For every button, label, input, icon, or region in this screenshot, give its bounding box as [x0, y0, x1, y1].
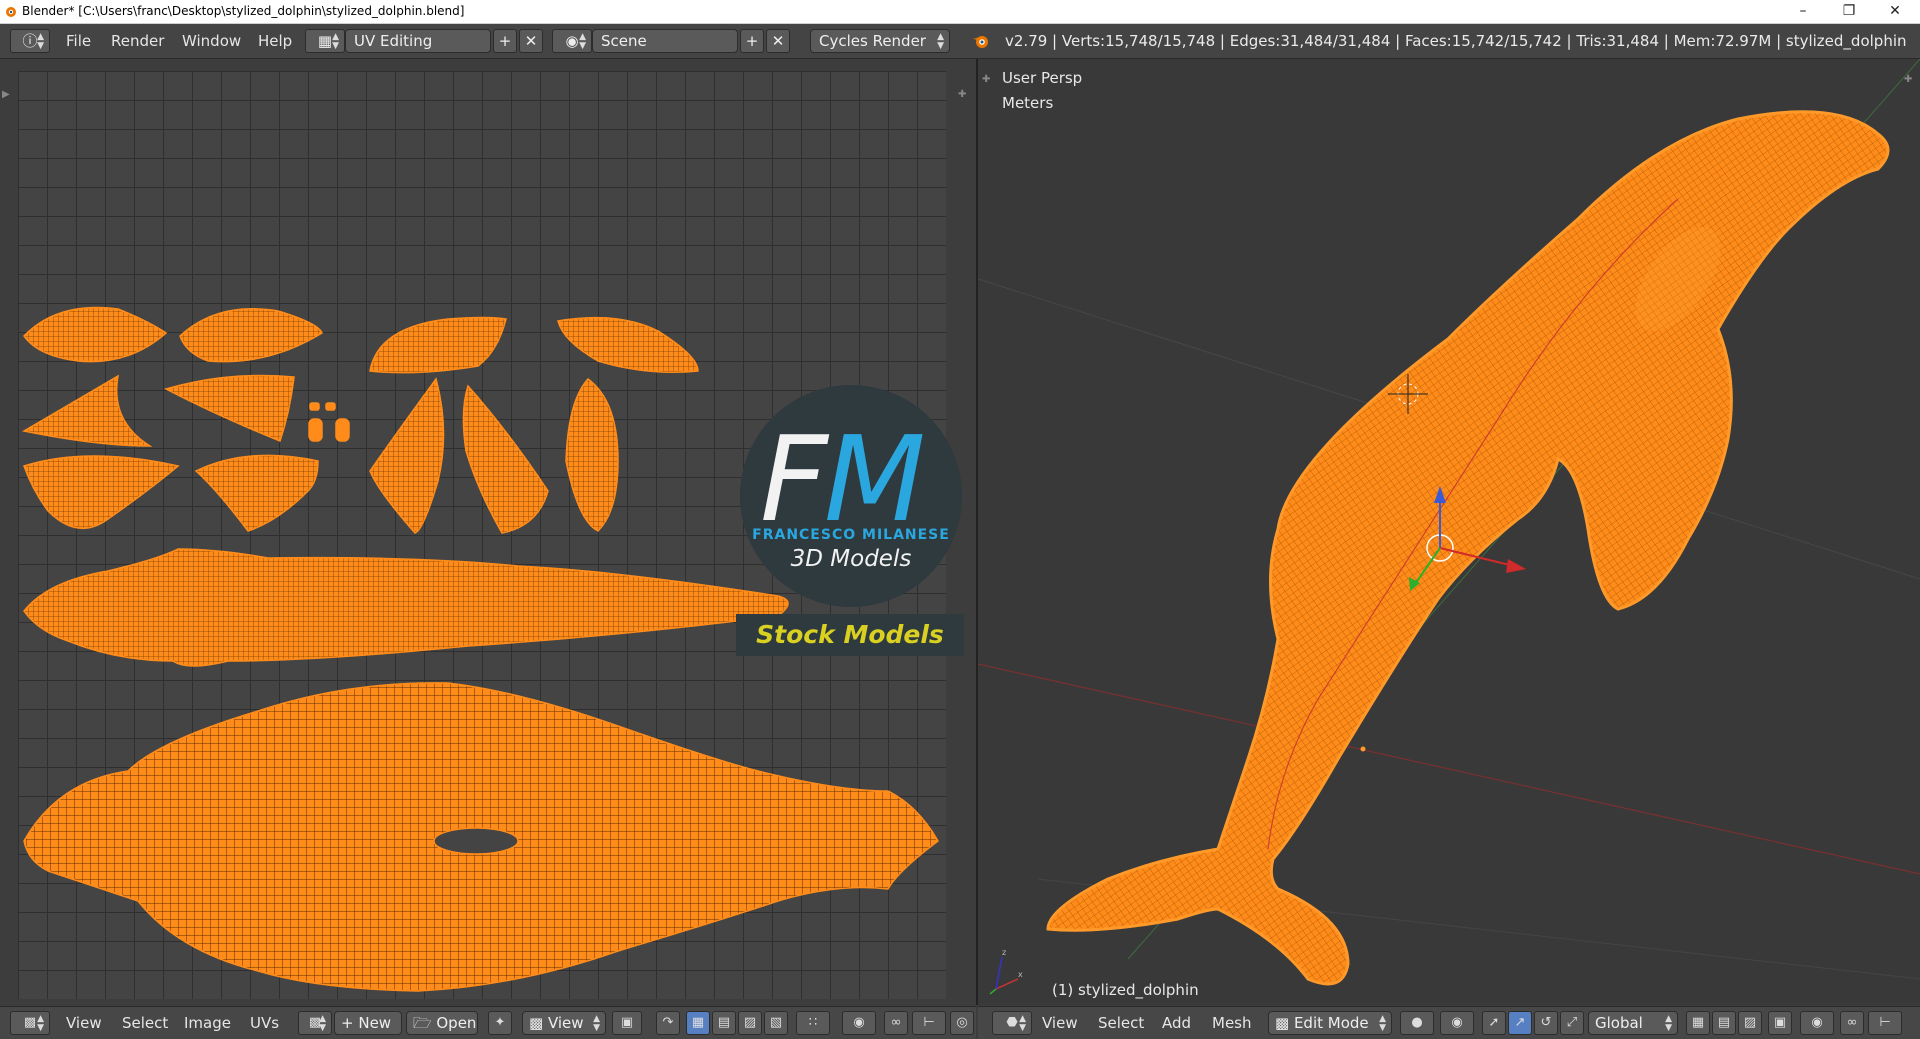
region-expand-icon[interactable]: ▶	[2, 89, 10, 100]
viewport-header: ⬣ ▲ ▼ View Select Add Mesh ▩ Edit Mode ▲ ▼ ●…	[978, 1006, 1920, 1039]
overlay-icon[interactable]: ◎	[950, 1011, 974, 1035]
menu-file[interactable]: File	[66, 24, 91, 58]
mode-dropdown[interactable]: ▩ Edit Mode ▲ ▼	[1268, 1011, 1392, 1035]
island-select-icon[interactable]: ▧	[764, 1011, 788, 1035]
manipulator-toggle-icon[interactable]: ➚	[1482, 1011, 1506, 1035]
editor-type-info-icon[interactable]: ⓘ ▲ ▼	[10, 29, 50, 53]
menu-uvs[interactable]: UVs	[250, 1007, 279, 1039]
uv-image-editor[interactable]: ▶ FM FRANCESCO MILANESE 3D Models Stock …	[0, 59, 976, 1005]
open-image-button[interactable]: 🗁 Open	[406, 1011, 478, 1035]
snap-icon[interactable]: ∞	[1840, 1011, 1864, 1035]
restore-icon[interactable]: ❐	[1826, 0, 1872, 23]
folder-icon: 🗁	[413, 1014, 437, 1032]
region-expand-icon[interactable]: ✚	[958, 89, 966, 100]
dolphin-mesh	[1046, 110, 1890, 986]
menu-add[interactable]: Add	[1162, 1007, 1191, 1039]
new-image-button[interactable]: + New	[334, 1011, 402, 1035]
screen-layout-field[interactable]: UV Editing	[345, 29, 491, 53]
editor-type-image-icon[interactable]: ▩ ▲ ▼	[10, 1011, 50, 1035]
uv-island	[462, 384, 549, 534]
edit-mode-icon: ▩	[1275, 1014, 1294, 1032]
limit-selection-icon[interactable]: ▣	[1768, 1011, 1792, 1035]
vertex-select-icon[interactable]: ▦	[686, 1011, 710, 1035]
axis-gizmo-icon: x z	[989, 948, 1023, 995]
menu-select[interactable]: Select	[1098, 1007, 1144, 1039]
snap-icon[interactable]: ∞	[884, 1011, 908, 1035]
menu-mesh[interactable]: Mesh	[1212, 1007, 1252, 1039]
face-select-icon[interactable]: ▨	[1738, 1011, 1762, 1035]
watermark-tagline: 3D Models	[790, 546, 912, 572]
pin-icon[interactable]: ✦	[488, 1011, 512, 1035]
add-screen-icon[interactable]: +	[493, 29, 517, 53]
uv-island	[163, 374, 295, 442]
face-select-icon[interactable]: ▨	[738, 1011, 762, 1035]
remove-screen-icon[interactable]: ✕	[519, 29, 543, 53]
3d-viewport[interactable]: User Persp Meters ✚ ✚ x z (1) stylized_d…	[978, 59, 1920, 1005]
editor-type-3d-icon[interactable]: ⬣ ▲ ▼	[992, 1011, 1032, 1035]
scale-icon[interactable]: ⤢	[1560, 1011, 1584, 1035]
uv-island	[557, 316, 699, 373]
active-object-label: (1) stylized_dolphin	[1052, 981, 1199, 999]
sync-selection-icon[interactable]: ↷	[656, 1011, 680, 1035]
vertex-select-icon[interactable]: ▦	[1686, 1011, 1710, 1035]
window-titlebar: Blender* [C:\Users\franc\Desktop\stylize…	[0, 0, 1920, 24]
menu-image[interactable]: Image	[184, 1007, 231, 1039]
dropdown-arrows-icon: ▲ ▼	[937, 32, 944, 51]
rotate-icon[interactable]: ↺	[1534, 1011, 1558, 1035]
snap-element-icon[interactable]: ⊢	[912, 1011, 946, 1035]
translate-icon[interactable]: ↗	[1508, 1011, 1532, 1035]
uv-island	[179, 308, 323, 363]
uv-island	[369, 377, 445, 534]
pivot-icon[interactable]: ▣	[612, 1011, 642, 1035]
close-icon[interactable]: ✕	[1872, 0, 1918, 23]
plus-icon: +	[341, 1014, 359, 1032]
menu-view[interactable]: View	[66, 1007, 102, 1039]
uv-island	[21, 374, 153, 447]
window-title: Blender* [C:\Users\franc\Desktop\stylize…	[22, 4, 465, 18]
viewport-scene: x z	[978, 59, 1920, 995]
info-header: ⓘ ▲ ▼ File Render Window Help ▦ ▲ ▼ UV Editi…	[0, 24, 1920, 59]
render-engine-label: Cycles Render	[819, 32, 926, 50]
remove-scene-icon[interactable]: ✕	[766, 29, 790, 53]
snap-element-icon[interactable]: ⊢	[1868, 1011, 1902, 1035]
uv-island	[23, 455, 180, 530]
uv-editor-header: ▩ ▲ ▼ View Select Image UVs ▩ ▲ ▼ + New 🗁 Op…	[0, 1006, 976, 1039]
add-scene-icon[interactable]: +	[740, 29, 764, 53]
svg-text:z: z	[1002, 948, 1006, 957]
pivot-point-icon[interactable]: ◉	[1440, 1011, 1474, 1035]
edge-select-icon[interactable]: ▤	[1712, 1011, 1736, 1035]
svg-text:x: x	[1018, 970, 1023, 979]
watermark-logo: FM	[760, 410, 926, 548]
menu-view[interactable]: View	[1042, 1007, 1078, 1039]
scene-field[interactable]: Scene	[592, 29, 738, 53]
uv-island	[369, 316, 507, 374]
menu-window[interactable]: Window	[182, 24, 241, 58]
render-engine-dropdown[interactable]: Cycles Render ▲ ▼	[810, 29, 950, 53]
uv-island	[565, 377, 619, 532]
proportional-edit-icon[interactable]: ◉	[842, 1011, 876, 1035]
uv-island	[23, 548, 789, 667]
uv-island	[194, 454, 319, 532]
shading-icon[interactable]: ●	[1400, 1011, 1434, 1035]
image-browse-icon[interactable]: ▩ ▲ ▼	[298, 1011, 332, 1035]
proportional-edit-icon[interactable]: ◉	[1800, 1011, 1834, 1035]
orientation-dropdown[interactable]: Global ▲ ▼	[1588, 1011, 1678, 1035]
watermark-author: FRANCESCO MILANESE	[752, 527, 950, 543]
watermark-banner: Stock Models	[736, 614, 964, 656]
screen-layout-icon[interactable]: ▦ ▲ ▼	[305, 29, 345, 53]
view-mode-dropdown[interactable]: ▩ View ▲ ▼	[522, 1011, 606, 1035]
minimize-icon[interactable]: –	[1780, 0, 1826, 23]
blender-logo-icon	[973, 36, 988, 48]
view-mode-icon: ▩	[529, 1014, 548, 1032]
blender-logo-icon	[6, 7, 16, 17]
scene-icon[interactable]: ◉ ▲ ▼	[552, 29, 592, 53]
uv-island	[23, 306, 168, 363]
edge-select-icon[interactable]: ▤	[712, 1011, 736, 1035]
sticky-selection-icon[interactable]: ∷	[796, 1011, 830, 1035]
menu-render[interactable]: Render	[111, 24, 164, 58]
menu-select[interactable]: Select	[122, 1007, 168, 1039]
scene-stats: v2.79 | Verts:15,748/15,748 | Edges:31,4…	[1005, 32, 1907, 50]
menu-help[interactable]: Help	[258, 24, 292, 58]
